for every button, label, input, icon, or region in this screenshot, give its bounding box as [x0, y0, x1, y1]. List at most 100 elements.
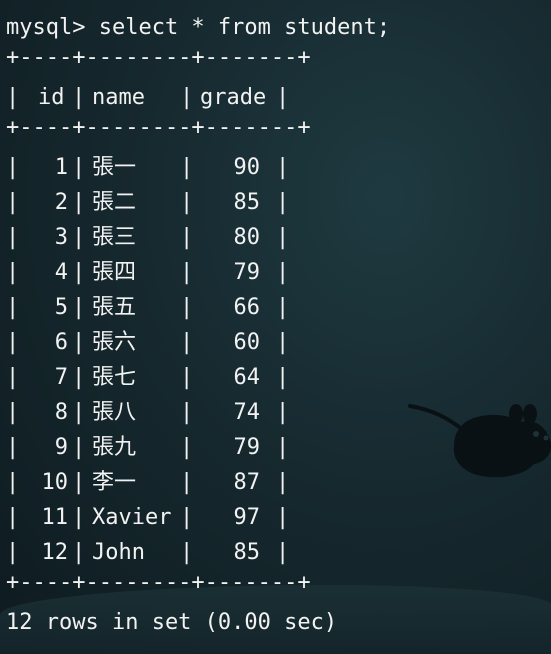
- cell-name: 張六: [92, 330, 137, 355]
- table-row: | 3 | 張三 | 80 |: [6, 220, 289, 255]
- cell-name: 張三: [92, 225, 137, 250]
- column-separator: |: [72, 435, 86, 460]
- cell-id: 10: [41, 470, 69, 495]
- column-separator: |: [276, 365, 290, 390]
- cell-grade: 85: [233, 190, 261, 215]
- column-separator: |: [72, 330, 86, 355]
- table-row: | 7 | 張七 | 64 |: [6, 360, 289, 395]
- header-name: name: [92, 85, 145, 110]
- cell-name: 張七: [92, 365, 137, 390]
- column-separator: |: [180, 470, 194, 495]
- terminal-output[interactable]: mysql> select * from student; +----+----…: [6, 10, 546, 650]
- cell-name: Xavier: [92, 505, 172, 530]
- column-separator: |: [6, 155, 20, 180]
- column-separator: |: [180, 435, 194, 460]
- cell-grade: 90: [233, 155, 261, 180]
- column-separator: |: [276, 225, 290, 250]
- cell-grade: 66: [233, 295, 261, 320]
- column-separator: |: [6, 400, 20, 425]
- cell-id: 7: [54, 365, 68, 390]
- header-grade: grade: [200, 85, 267, 110]
- cell-name: John: [92, 540, 145, 565]
- column-separator: |: [276, 400, 290, 425]
- column-separator: |: [6, 295, 20, 320]
- column-separator: |: [6, 190, 20, 215]
- table-row: | 8 | 張八 | 74 |: [6, 395, 289, 430]
- column-separator: |: [6, 330, 20, 355]
- cell-name: 張八: [92, 400, 137, 425]
- column-separator: |: [276, 295, 290, 320]
- column-separator: |: [72, 505, 86, 530]
- table-row: | 1 | 張一 | 90 |: [6, 150, 289, 185]
- column-separator: |: [180, 190, 194, 215]
- cell-name: 張二: [92, 190, 137, 215]
- cell-id: 6: [54, 330, 68, 355]
- cell-name: 李一: [92, 470, 137, 495]
- table-row: | 5 | 張五 | 66 |: [6, 290, 289, 325]
- cell-id: 1: [54, 155, 68, 180]
- table-row: | 6 | 張六 | 60 |: [6, 325, 289, 360]
- table-row: | 11 | Xavier | 97 |: [6, 500, 289, 535]
- column-separator: |: [276, 85, 290, 110]
- column-separator: |: [72, 190, 86, 215]
- column-separator: |: [72, 365, 86, 390]
- table-row: | 12 | John | 85 |: [6, 535, 289, 570]
- cell-grade: 87: [233, 470, 261, 495]
- column-separator: |: [180, 540, 194, 565]
- query-summary: 12 rows in set (0.00 sec): [6, 610, 338, 635]
- cell-grade: 85: [233, 540, 261, 565]
- column-separator: |: [276, 435, 290, 460]
- column-separator: |: [72, 540, 86, 565]
- column-separator: |: [72, 470, 86, 495]
- cell-id: 8: [54, 400, 68, 425]
- cell-grade: 80: [233, 225, 261, 250]
- column-separator: |: [276, 505, 290, 530]
- table-row: | 2 | 張二 | 85 |: [6, 185, 289, 220]
- column-separator: |: [180, 155, 194, 180]
- cell-grade: 79: [233, 435, 261, 460]
- cell-grade: 60: [233, 330, 261, 355]
- cell-grade: 79: [233, 260, 261, 285]
- cell-id: 4: [54, 260, 68, 285]
- cell-id: 9: [54, 435, 68, 460]
- column-separator: |: [276, 155, 290, 180]
- column-separator: |: [180, 260, 194, 285]
- column-separator: |: [6, 365, 20, 390]
- column-separator: |: [276, 330, 290, 355]
- cell-grade: 97: [233, 505, 261, 530]
- column-separator: |: [180, 85, 194, 110]
- header-id: id: [38, 85, 65, 110]
- cell-name: 張一: [92, 155, 137, 180]
- table-header-row: | id | name | grade |: [6, 80, 289, 115]
- column-separator: |: [180, 295, 194, 320]
- cell-grade: 64: [233, 365, 261, 390]
- column-separator: |: [72, 400, 86, 425]
- column-separator: |: [6, 470, 20, 495]
- column-separator: |: [276, 540, 290, 565]
- column-separator: |: [180, 505, 194, 530]
- column-separator: |: [6, 540, 20, 565]
- column-separator: |: [6, 505, 20, 530]
- cell-id: 2: [54, 190, 68, 215]
- cell-id: 11: [41, 505, 69, 530]
- table-row: | 4 | 張四 | 79 |: [6, 255, 289, 290]
- cell-name: 張九: [92, 435, 137, 460]
- cell-grade: 74: [233, 400, 261, 425]
- column-separator: |: [180, 365, 194, 390]
- column-separator: |: [276, 260, 290, 285]
- column-separator: |: [72, 225, 86, 250]
- table-row: | 9 | 張九 | 79 |: [6, 430, 289, 465]
- table-border-bottom: +----+--------+-------+: [6, 570, 311, 595]
- cell-id: 3: [54, 225, 68, 250]
- column-separator: |: [72, 295, 86, 320]
- cell-id: 5: [54, 295, 68, 320]
- column-separator: |: [180, 225, 194, 250]
- column-separator: |: [180, 400, 194, 425]
- column-separator: |: [72, 85, 86, 110]
- column-separator: |: [276, 470, 290, 495]
- column-separator: |: [72, 155, 86, 180]
- column-separator: |: [276, 190, 290, 215]
- column-separator: |: [6, 260, 20, 285]
- column-separator: |: [180, 330, 194, 355]
- column-separator: |: [72, 260, 86, 285]
